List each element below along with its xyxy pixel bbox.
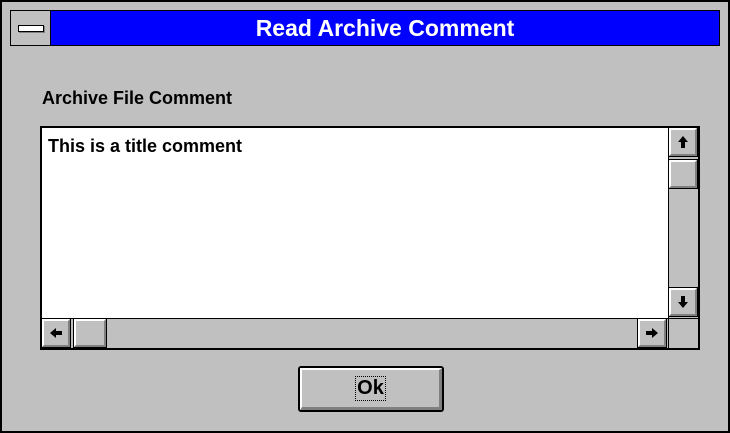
title-bar: Read Archive Comment [10, 10, 720, 46]
system-menu-icon [18, 25, 44, 32]
read-archive-comment-dialog: Read Archive Comment Archive File Commen… [0, 0, 730, 433]
vertical-scroll-thumb[interactable] [668, 159, 698, 189]
arrow-down-icon [678, 296, 688, 308]
vertical-scrollbar[interactable] [668, 127, 698, 318]
ok-button-label: Ok [355, 376, 386, 401]
scroll-right-button[interactable] [637, 318, 667, 348]
comment-text-area[interactable]: This is a title comment [42, 128, 668, 318]
ok-button[interactable]: Ok [298, 366, 444, 412]
arrow-up-icon [678, 136, 688, 148]
archive-comment-label: Archive File Comment [42, 88, 233, 108]
window-title: Read Archive Comment [255, 15, 515, 41]
comment-textbox[interactable]: This is a title comment [40, 126, 700, 350]
scroll-up-button[interactable] [668, 127, 698, 157]
scrollbar-corner [668, 318, 698, 348]
horizontal-scrollbar[interactable] [41, 318, 668, 348]
arrow-left-icon [50, 328, 62, 338]
arrow-right-icon [646, 328, 658, 338]
ok-button-face: Ok [300, 368, 442, 410]
comment-text: This is a title comment [48, 136, 243, 156]
horizontal-scroll-thumb[interactable] [73, 318, 107, 348]
system-menu-button[interactable] [11, 11, 51, 45]
scroll-left-button[interactable] [41, 318, 71, 348]
scroll-down-button[interactable] [668, 287, 698, 317]
